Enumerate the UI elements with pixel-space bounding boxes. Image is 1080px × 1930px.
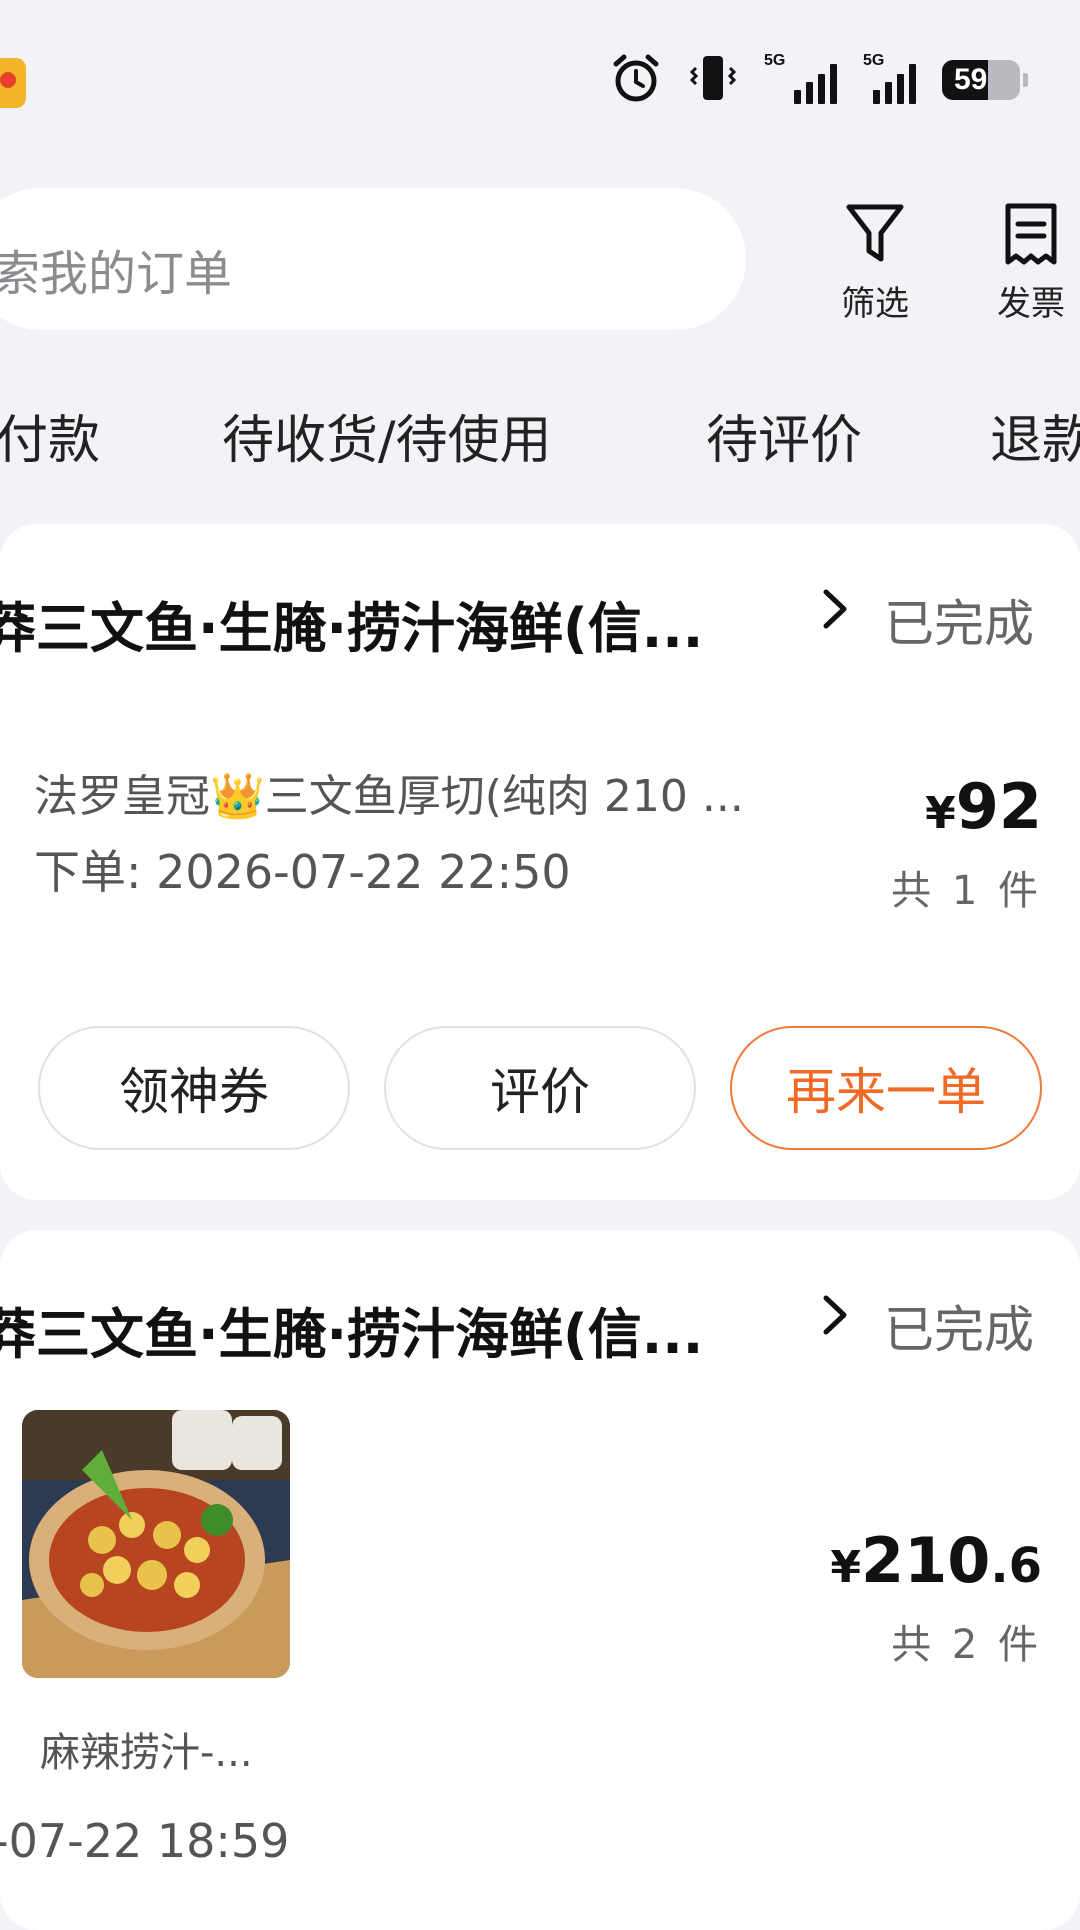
shop-name[interactable]: 莽三文鱼·生腌·捞汁海鲜(信... xyxy=(0,584,703,663)
status-bar: 5G 5G 59 xyxy=(0,0,1080,150)
tab-pending-payment[interactable]: 付款 xyxy=(0,398,100,473)
filter-button[interactable]: 筛选 xyxy=(820,200,930,325)
tab-pending-review[interactable]: 待评价 xyxy=(706,398,862,473)
food-image[interactable] xyxy=(22,1410,290,1678)
chevron-right-icon[interactable] xyxy=(818,584,852,646)
alarm-icon xyxy=(610,52,662,108)
claim-coupon-button[interactable]: 领神券 xyxy=(38,1026,350,1150)
search-placeholder: 索我的订单 xyxy=(0,246,233,302)
order-status: 已完成 xyxy=(884,1301,1034,1359)
app-notification-icon xyxy=(0,58,26,108)
battery-icon: 59 xyxy=(942,60,1028,100)
order-status: 已完成 xyxy=(884,595,1034,653)
signal-icon-2: 5G xyxy=(863,52,916,104)
item-name: 麻辣捞汁-... xyxy=(40,1730,253,1776)
vibrate-icon xyxy=(688,52,738,108)
item-count: 共 2 件 xyxy=(891,1622,1042,1668)
order-price: ¥92 xyxy=(925,770,1042,843)
filter-icon xyxy=(820,200,930,268)
signal-icon: 5G xyxy=(764,52,837,104)
tab-refund[interactable]: 退款 xyxy=(990,398,1080,473)
chevron-right-icon[interactable] xyxy=(818,1290,852,1352)
review-button[interactable]: 评价 xyxy=(384,1026,696,1150)
tab-pending-receipt[interactable]: 待收货/待使用 xyxy=(222,398,552,473)
status-icons: 5G 5G 59 xyxy=(610,50,1028,110)
reorder-button[interactable]: 再来一单 xyxy=(730,1026,1042,1150)
order-price: ¥210.6 xyxy=(830,1524,1042,1597)
order-time: 下单: 2026-07-22 22:50 xyxy=(34,845,571,899)
invoice-icon xyxy=(976,200,1080,268)
shop-name[interactable]: 莽三文鱼·生腌·捞汁海鲜(信... xyxy=(0,1290,703,1369)
order-time: -07-22 18:59 xyxy=(0,1814,290,1868)
item-count: 共 1 件 xyxy=(891,868,1042,914)
invoice-button[interactable]: 发票 xyxy=(976,200,1080,325)
item-name: 法罗皇冠👑三文鱼厚切(纯肉 210 ... xyxy=(34,771,744,822)
